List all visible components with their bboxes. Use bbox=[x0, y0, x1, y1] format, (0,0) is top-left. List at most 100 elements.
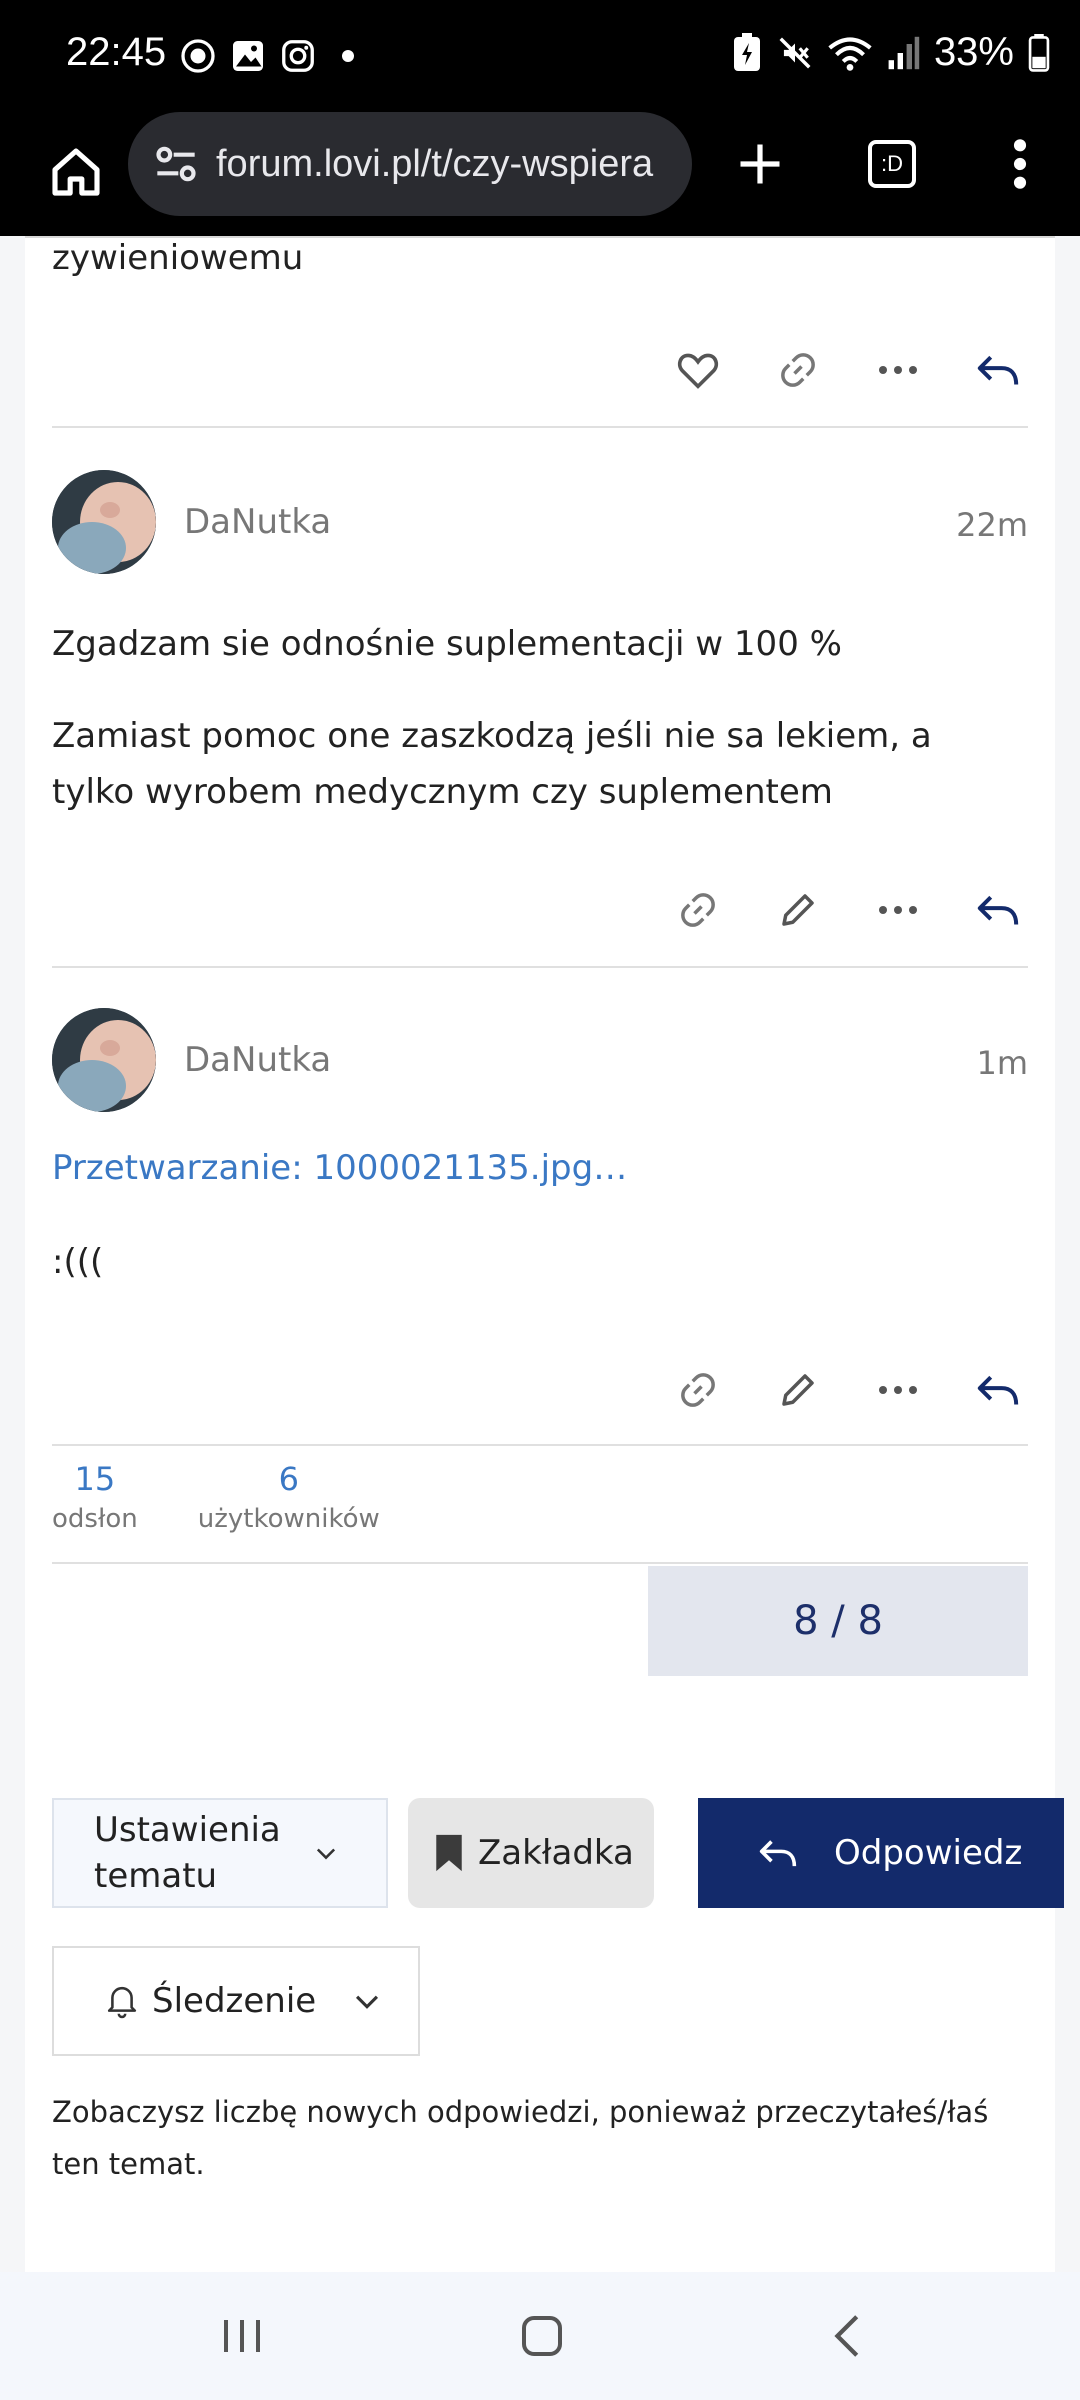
back-icon bbox=[834, 2315, 859, 2357]
reply-post-button[interactable] bbox=[968, 340, 1028, 400]
post-paragraph: :((( bbox=[52, 1242, 104, 1282]
more-horizontal-icon bbox=[879, 366, 917, 374]
record-icon bbox=[181, 39, 215, 73]
post-paragraph: Zgadzam sie odnośnie suplementacji w 100… bbox=[52, 624, 842, 664]
pencil-icon bbox=[782, 894, 814, 926]
avatar-image bbox=[52, 1008, 156, 1112]
tracking-note: Zobaczysz liczbę nowych odpowiedzi, poni… bbox=[52, 2095, 989, 2181]
back-button[interactable] bbox=[806, 2300, 886, 2372]
reply-post-button[interactable] bbox=[968, 880, 1028, 940]
site-settings-icon[interactable] bbox=[148, 136, 204, 192]
like-button[interactable] bbox=[668, 340, 728, 400]
upload-link[interactable]: Przetwarzanie: 1000021135.jpg… bbox=[52, 1148, 627, 1188]
link-icon bbox=[781, 353, 815, 387]
edit-button[interactable] bbox=[768, 880, 828, 940]
views-label: odsłon bbox=[52, 1504, 138, 1534]
bell-icon bbox=[107, 1986, 137, 2019]
tab-count: :D bbox=[868, 140, 916, 188]
reply-post-button[interactable] bbox=[968, 1360, 1028, 1420]
copy-link-button[interactable] bbox=[668, 880, 728, 940]
more-vertical-icon bbox=[1013, 139, 1027, 189]
reply-icon bbox=[977, 895, 1019, 925]
users-stat[interactable]: 6 użytkowników bbox=[198, 1460, 380, 1534]
reply-label: Odpowiedz bbox=[834, 1833, 1023, 1873]
address-bar[interactable]: forum.lovi.pl/t/czy-wspiera bbox=[128, 112, 692, 216]
chevron-down-icon bbox=[316, 1848, 336, 1860]
home-icon bbox=[52, 148, 100, 196]
home-nav-button[interactable] bbox=[502, 2300, 582, 2372]
tracking-label: Śledzenie bbox=[152, 1981, 317, 2021]
new-tab-button[interactable] bbox=[720, 124, 800, 204]
more-actions-button[interactable] bbox=[868, 880, 928, 940]
system-nav-bar bbox=[0, 2272, 1080, 2400]
more-horizontal-icon bbox=[879, 1386, 917, 1394]
instagram-icon bbox=[282, 40, 314, 72]
edit-button[interactable] bbox=[768, 1360, 828, 1420]
post-username[interactable]: DaNutka bbox=[184, 1040, 331, 1080]
gallery-icon bbox=[233, 41, 263, 71]
signal-icon bbox=[888, 36, 920, 69]
more-actions-button[interactable] bbox=[868, 340, 928, 400]
bookmark-button[interactable]: Zakładka bbox=[408, 1798, 654, 1908]
views-stat: 15 odsłon bbox=[52, 1460, 138, 1534]
avatar[interactable] bbox=[52, 470, 156, 574]
mute-icon bbox=[779, 37, 811, 68]
post-actions-2 bbox=[668, 1360, 1028, 1420]
status-bar: 22:45 33% bbox=[0, 0, 1080, 112]
copy-link-button[interactable] bbox=[768, 340, 828, 400]
post-divider bbox=[52, 1444, 1028, 1446]
avatar[interactable] bbox=[52, 1008, 156, 1112]
chevron-down-icon bbox=[356, 1995, 379, 2009]
reply-icon bbox=[977, 355, 1019, 385]
more-horizontal-icon bbox=[879, 906, 917, 914]
post-actions-0 bbox=[668, 340, 1028, 400]
topic-page: zywieniowemu DaNutka 22m Zgadzam sie odn… bbox=[25, 236, 1064, 2272]
link-icon bbox=[681, 893, 715, 927]
browser-toolbar: forum.lovi.pl/t/czy-wspiera :D bbox=[0, 112, 1080, 236]
battery-icon bbox=[1028, 33, 1050, 72]
url-text[interactable]: forum.lovi.pl/t/czy-wspiera bbox=[216, 143, 653, 186]
heart-icon bbox=[677, 353, 719, 389]
wifi-icon bbox=[828, 36, 872, 71]
status-icons-right: 33% bbox=[732, 30, 1050, 75]
users-label: użytkowników bbox=[197, 1504, 380, 1534]
bookmark-label: Zakładka bbox=[478, 1833, 634, 1873]
battery-percent: 33% bbox=[933, 30, 1014, 74]
link-icon bbox=[681, 1373, 715, 1407]
plus-icon bbox=[740, 144, 780, 184]
browser-menu-button[interactable] bbox=[1000, 124, 1040, 204]
pencil-icon bbox=[782, 1374, 814, 1406]
topic-settings-label: Ustawienia tematu bbox=[94, 1810, 281, 1896]
dot-icon bbox=[342, 50, 354, 62]
status-icons-left bbox=[180, 38, 366, 74]
topic-stats: 15 odsłon 6 użytkowników bbox=[52, 1460, 380, 1534]
post-time[interactable]: 1m bbox=[976, 1044, 1028, 1082]
tracking-dropdown[interactable]: Śledzenie bbox=[52, 1946, 420, 2056]
more-actions-button[interactable] bbox=[868, 1360, 928, 1420]
users-count: 6 bbox=[278, 1460, 299, 1498]
post-divider bbox=[52, 426, 1028, 428]
reply-icon bbox=[759, 1840, 797, 1867]
stats-divider bbox=[52, 1562, 1028, 1564]
topic-settings-dropdown[interactable]: Ustawienia tematu bbox=[52, 1798, 388, 1908]
views-count: 15 bbox=[74, 1460, 116, 1498]
topic-progress-button[interactable]: 8 / 8 bbox=[648, 1566, 1028, 1676]
recents-button[interactable] bbox=[202, 2300, 282, 2372]
previous-post-text: zywieniowemu bbox=[52, 238, 304, 278]
recents-icon bbox=[224, 2320, 260, 2352]
copy-link-button[interactable] bbox=[668, 1360, 728, 1420]
status-time: 22:45 bbox=[66, 30, 167, 74]
home-button[interactable] bbox=[36, 132, 116, 212]
post-time[interactable]: 22m bbox=[956, 506, 1028, 544]
tab-switcher-button[interactable]: :D bbox=[852, 124, 932, 204]
reply-button[interactable]: Odpowiedz bbox=[698, 1798, 1064, 1908]
post-username[interactable]: DaNutka bbox=[184, 502, 331, 542]
post-divider bbox=[52, 966, 1028, 968]
home-nav-icon bbox=[522, 2316, 562, 2356]
post-paragraph: Zamiast pomoc one zaszkodzą jeśli nie sa… bbox=[52, 716, 932, 812]
battery-saver-icon bbox=[733, 32, 760, 71]
avatar-image bbox=[52, 470, 156, 574]
reply-icon bbox=[977, 1375, 1019, 1405]
bookmark-icon bbox=[436, 1834, 462, 1872]
post-actions-1 bbox=[668, 880, 1028, 940]
